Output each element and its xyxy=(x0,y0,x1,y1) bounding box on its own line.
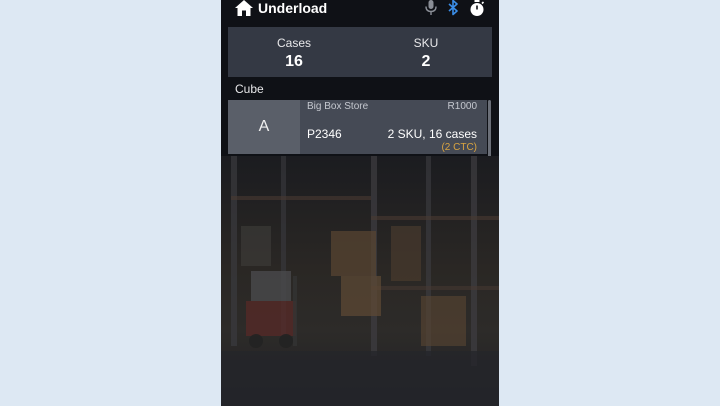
order-summary: 2 SKU, 16 cases xyxy=(387,127,477,141)
route-code: R1000 xyxy=(447,101,477,112)
sku-label: SKU xyxy=(413,36,439,50)
cases-label: Cases xyxy=(276,36,311,50)
home-icon[interactable] xyxy=(235,0,253,16)
totals-panel: Cases 16 SKU 2 xyxy=(228,27,492,77)
timer-icon[interactable] xyxy=(469,0,485,17)
ctc-count: (2 CTC) xyxy=(441,142,477,153)
cube-letter: A xyxy=(228,100,300,154)
cases-stat: Cases 16 xyxy=(228,27,360,77)
section-label-cube: Cube xyxy=(235,82,264,96)
warehouse-background-image xyxy=(221,156,499,406)
store-name: Big Box Store xyxy=(307,101,369,112)
bluetooth-icon[interactable] xyxy=(447,0,459,16)
sku-value: 2 xyxy=(421,53,431,70)
microphone-icon[interactable] xyxy=(425,0,437,16)
sku-stat: SKU 2 xyxy=(360,27,492,77)
header-icons xyxy=(425,0,485,20)
order-id: P2346 xyxy=(307,127,342,141)
app-header: Underload xyxy=(221,0,499,20)
mobile-app-screen: Underload Cases 16 SKU 2 Cube A Big Box … xyxy=(221,0,499,406)
order-row[interactable]: A Big Box Store R1000 P2346 2 SKU, 16 ca… xyxy=(228,100,487,154)
cases-value: 16 xyxy=(285,53,303,70)
order-detail: Big Box Store R1000 P2346 2 SKU, 16 case… xyxy=(300,100,487,154)
app-title: Underload xyxy=(258,0,328,16)
